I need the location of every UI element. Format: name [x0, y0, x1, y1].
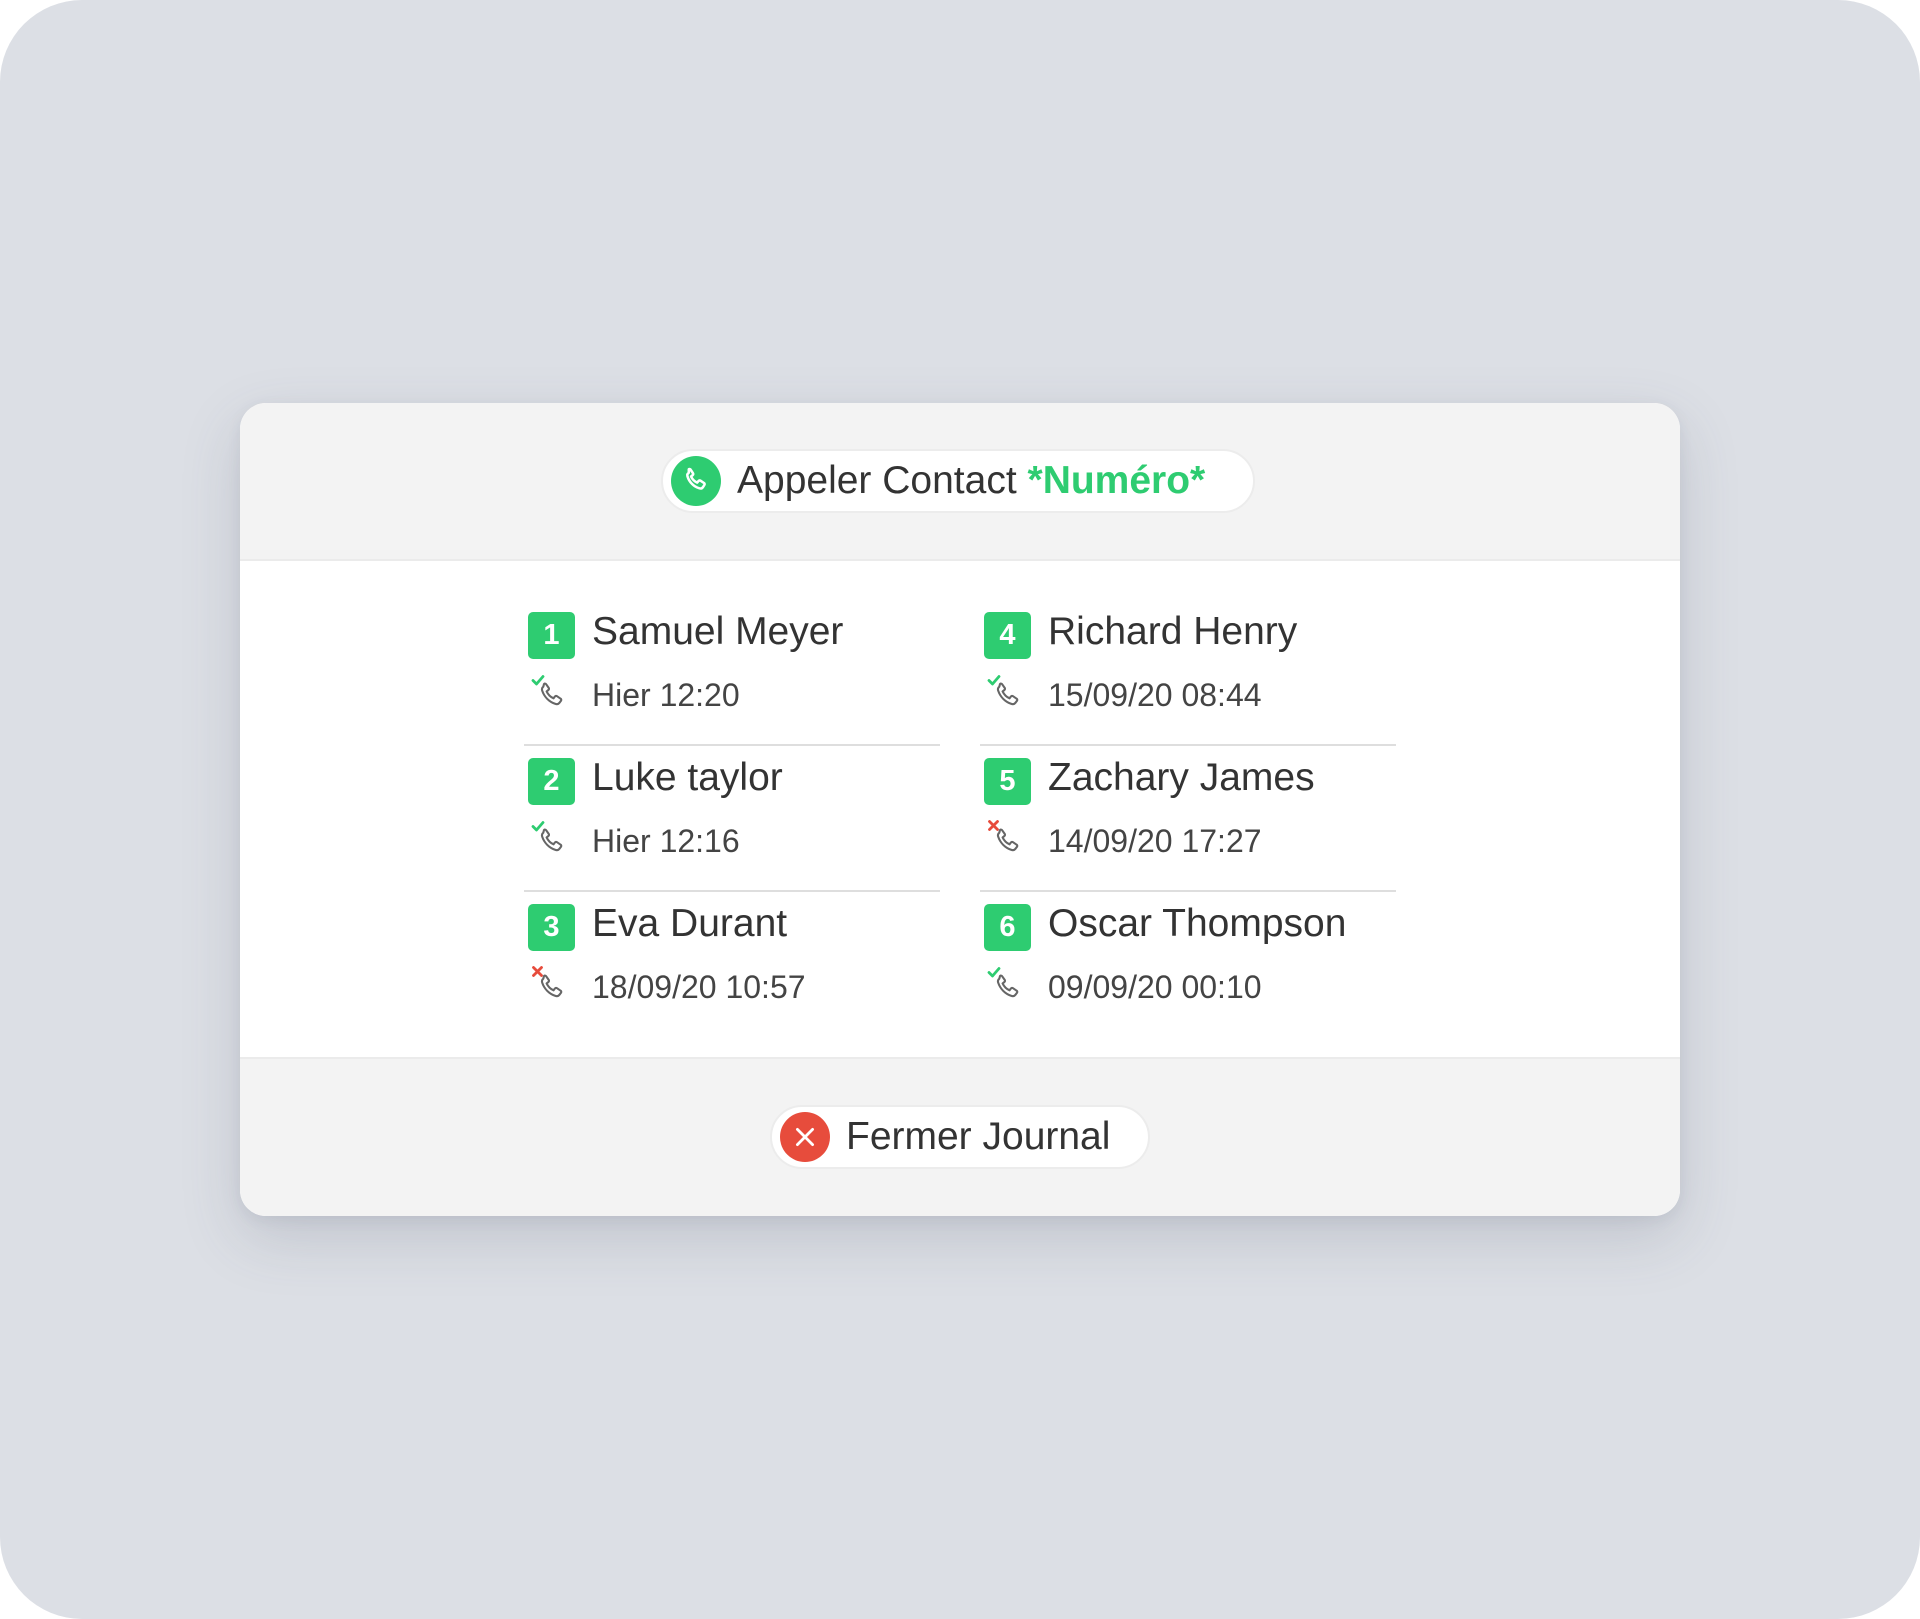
contact-name: Oscar Thompson	[1048, 902, 1347, 945]
entry-index-badge: 5	[984, 758, 1031, 805]
entry-index-badge: 1	[528, 612, 575, 659]
call-answered-icon	[530, 818, 568, 856]
entry-index-badge: 2	[528, 758, 575, 805]
call-log-entry[interactable]: 5 Zachary James 14/09/20 17:27	[980, 746, 1396, 892]
screen-backdrop: Appeler Contact *Numéro* 1 Samuel Meyer …	[0, 0, 1920, 1619]
call-time: Hier 12:20	[592, 677, 740, 713]
call-log-entry[interactable]: 4 Richard Henry 15/09/20 08:44	[980, 600, 1396, 746]
contact-name: Samuel Meyer	[592, 610, 844, 653]
call-log-entry[interactable]: 6 Oscar Thompson 09/09/20 00:10	[980, 892, 1396, 1038]
call-contact-text: Appeler Contact	[737, 459, 1017, 502]
close-journal-label: Fermer Journal	[846, 1115, 1111, 1158]
entry-index-badge: 6	[984, 904, 1031, 951]
call-contact-button[interactable]: Appeler Contact *Numéro*	[661, 449, 1255, 513]
call-log-panel: Appeler Contact *Numéro* 1 Samuel Meyer …	[240, 403, 1680, 1216]
call-log-entry[interactable]: 1 Samuel Meyer Hier 12:20	[524, 600, 940, 746]
contact-name: Eva Durant	[592, 902, 788, 945]
close-icon	[780, 1112, 830, 1162]
call-time: Hier 12:16	[592, 823, 740, 859]
call-answered-icon	[986, 964, 1024, 1002]
call-missed-icon	[530, 964, 568, 1002]
call-time: 15/09/20 08:44	[1048, 677, 1262, 713]
entry-index-badge: 3	[528, 904, 575, 951]
call-contact-number-placeholder: *Numéro*	[1027, 459, 1206, 502]
phone-icon	[671, 456, 721, 506]
contact-name: Richard Henry	[1048, 610, 1298, 653]
call-log-entry[interactable]: 3 Eva Durant 18/09/20 10:57	[524, 892, 940, 1038]
contact-name: Zachary James	[1048, 756, 1315, 799]
call-time: 09/09/20 00:10	[1048, 969, 1262, 1005]
call-log-entry[interactable]: 2 Luke taylor Hier 12:16	[524, 746, 940, 892]
panel-footer: Fermer Journal	[240, 1057, 1680, 1216]
entry-index-badge: 4	[984, 612, 1031, 659]
call-answered-icon	[986, 672, 1024, 710]
close-journal-button[interactable]: Fermer Journal	[770, 1105, 1150, 1169]
call-contact-label: Appeler Contact *Numéro*	[737, 459, 1205, 503]
call-answered-icon	[530, 672, 568, 710]
panel-header: Appeler Contact *Numéro*	[240, 403, 1680, 561]
call-time: 18/09/20 10:57	[592, 969, 806, 1005]
contact-name: Luke taylor	[592, 756, 783, 799]
call-missed-icon	[986, 818, 1024, 856]
call-time: 14/09/20 17:27	[1048, 823, 1262, 859]
